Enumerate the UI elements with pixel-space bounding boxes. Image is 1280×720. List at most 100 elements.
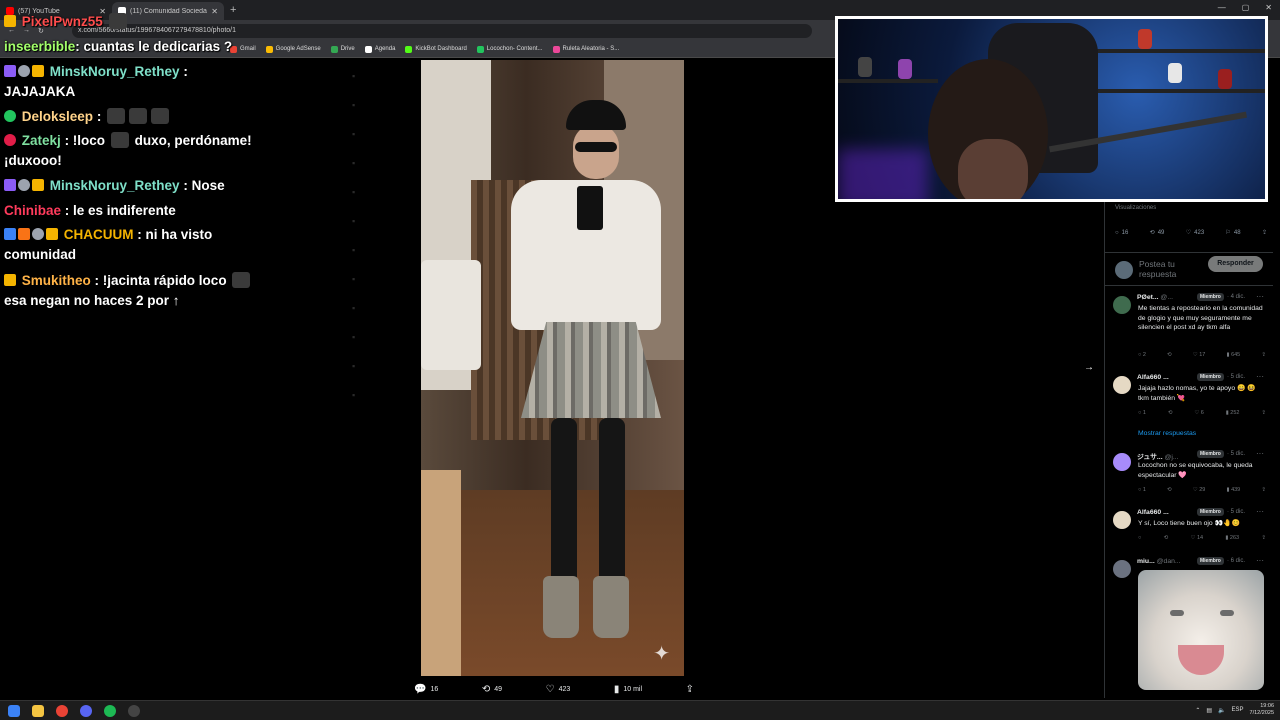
views-action[interactable]: ▮ 252 (1226, 410, 1240, 416)
language-indicator[interactable]: ESP (1232, 707, 1244, 713)
sub-badge-icon (4, 179, 16, 191)
stat-value: 423 (1194, 229, 1205, 236)
dim-row: ▪ (352, 361, 356, 371)
share-icon[interactable]: ⇪ (1261, 352, 1266, 358)
close-window-button[interactable]: ✕ (1265, 3, 1272, 12)
views-action[interactable]: ▮ 439 (1227, 487, 1241, 493)
stat-replies[interactable]: ○ 16 (1115, 229, 1128, 236)
crown-badge-icon (4, 274, 16, 286)
maximize-button[interactable]: ▢ (1242, 3, 1250, 12)
repost-action[interactable]: ⟲ 49 (482, 682, 502, 696)
member-badge: Miembro (1197, 373, 1224, 381)
reply-cat-image[interactable] (1138, 570, 1264, 690)
reply-button[interactable]: Responder (1208, 256, 1263, 272)
share-action[interactable]: ⇪ (686, 682, 694, 696)
network-icon[interactable]: ▤ (1206, 707, 1212, 714)
system-tray: ⌃ ▤ 🔈 ESP 19:06 7/12/2025 (1195, 703, 1274, 717)
reply-count-action[interactable]: ○ 1 (1138, 410, 1146, 416)
share-button[interactable]: ⇪ (1262, 229, 1267, 236)
dim-row: ▪ (352, 100, 356, 110)
bookmark-kickbot[interactable]: KickBot Dashboard (405, 45, 467, 53)
stat-bookmarks[interactable]: ⚐ 48 (1226, 229, 1241, 237)
stat-reposts[interactable]: ⟲ 49 (1150, 229, 1165, 237)
file-explorer-icon[interactable] (32, 705, 44, 717)
post-photo[interactable]: ✦ (421, 60, 684, 676)
obs-icon[interactable] (128, 705, 140, 717)
cam-figure (858, 57, 872, 77)
more-icon[interactable]: ··· (1256, 507, 1264, 516)
repost-action[interactable]: ⟲ (1167, 352, 1172, 358)
share-icon: ⇪ (685, 683, 694, 695)
like-action[interactable]: ♡ 17 (1193, 352, 1206, 358)
repost-action[interactable]: ⟲ (1168, 410, 1173, 416)
bookmark-label: Drive (340, 46, 355, 52)
more-icon[interactable]: ··· (1256, 556, 1264, 565)
sub-badge-icon (4, 65, 16, 77)
shield-badge-icon (32, 228, 44, 240)
chat-message: inseerbible: cuantas le dedicarias ? (4, 37, 254, 57)
window-controls: — ▢ ✕ (1218, 3, 1272, 12)
reply-author: Alfa660 ... (1137, 509, 1169, 516)
like-action[interactable]: ♡ 29 (1193, 487, 1206, 493)
bookmark-drive[interactable]: Drive (330, 45, 355, 53)
windows-start-icon[interactable] (8, 705, 20, 717)
windows-taskbar: ⌃ ▤ 🔈 ESP 19:06 7/12/2025 (0, 700, 1280, 720)
stat-likes[interactable]: ♡ 423 (1186, 229, 1205, 237)
person-boot (543, 576, 579, 638)
share-icon[interactable]: ⇪ (1261, 487, 1266, 493)
repost-action[interactable]: ⟲ (1167, 487, 1172, 493)
discord-icon[interactable] (80, 705, 92, 717)
tray-arrow-icon[interactable]: ⌃ (1195, 707, 1200, 714)
more-icon[interactable]: ··· (1256, 292, 1264, 301)
views-count: 252 (1230, 410, 1240, 416)
volume-icon[interactable]: 🔈 (1218, 707, 1225, 714)
chat-text: esa negan no haces 2 por ↑ (4, 293, 180, 308)
repost-count: 49 (494, 685, 503, 693)
photo-action-bar: 💬 16 ⟲ 49 ♡ 423 ▮ 10 mil ⇪ (414, 682, 694, 696)
views-count: 263 (1229, 535, 1240, 541)
like-action[interactable]: ♡ 14 (1190, 535, 1203, 541)
reply-text: Locochon no se equivocaba, le queda espe… (1138, 462, 1253, 479)
like-count: 14 (1196, 535, 1204, 541)
cat-mouth (1178, 645, 1224, 675)
share-icon[interactable]: ⇪ (1261, 410, 1266, 416)
repost-action[interactable]: ⟲ (1164, 535, 1169, 541)
reply-count-action[interactable]: ○ 2 (1138, 352, 1146, 358)
avatar (1113, 453, 1131, 471)
views-action[interactable]: ▮ 645 (1227, 352, 1241, 358)
next-photo-arrow-icon[interactable]: → (1084, 362, 1094, 373)
person-glasses (575, 142, 617, 152)
dim-row: ▪ (352, 303, 356, 313)
bookmark-adsense[interactable]: Google AdSense (265, 45, 321, 53)
bar-chart-icon: ▮ (613, 683, 620, 695)
bookmark-ruleta[interactable]: Ruleta Aleatoria - S... (552, 45, 619, 53)
more-icon[interactable]: ··· (1256, 449, 1264, 458)
chat-emote (108, 13, 127, 29)
minimize-button[interactable]: — (1218, 3, 1226, 12)
like-action[interactable]: ♡ 6 (1194, 410, 1204, 416)
bookmark-agenda[interactable]: Agenda (364, 45, 395, 53)
reply-input[interactable]: Postea tu respuesta (1139, 259, 1201, 279)
like-action[interactable]: ♡ 423 (546, 682, 571, 696)
show-replies-link[interactable]: Mostrar respuestas (1138, 430, 1196, 437)
chat-text: : le es indiferente (64, 203, 176, 218)
spotify-icon[interactable] (104, 705, 116, 717)
reply-count-action[interactable]: ○ 1 (1138, 487, 1146, 493)
photo-person (481, 100, 661, 660)
author-name: ジュサ... (1137, 454, 1163, 461)
share-icon[interactable]: ⇪ (1261, 535, 1266, 541)
chrome-icon[interactable] (56, 705, 68, 717)
more-icon[interactable]: ··· (1256, 372, 1264, 381)
reply-composer: Postea tu respuesta Responder (1105, 252, 1273, 286)
reply-count-action[interactable]: ○ (1138, 535, 1141, 541)
bookmark-label: Locochon- Content... (486, 46, 543, 52)
chat-text: : !jacinta rápido loco (94, 273, 227, 288)
sheets-icon (476, 45, 484, 53)
reply-action[interactable]: 💬 16 (414, 682, 438, 696)
bookmark-locochon[interactable]: Locochon- Content... (476, 45, 543, 53)
clock[interactable]: 19:06 7/12/2025 (1250, 703, 1274, 717)
chat-username: Deloksleep (21, 109, 94, 124)
views-action[interactable]: ▮ 10 mil (614, 682, 642, 696)
views-action[interactable]: ▮ 263 (1225, 535, 1239, 541)
reply-icon: ○ (1115, 229, 1119, 236)
